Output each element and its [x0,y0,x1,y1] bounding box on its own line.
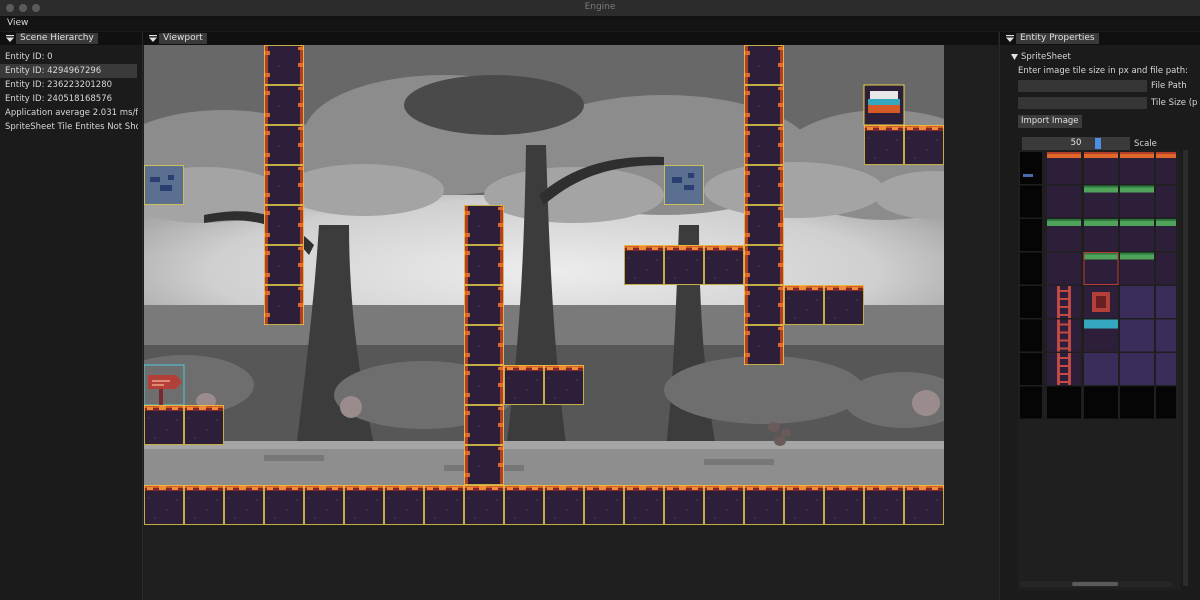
palette-tile[interactable] [1020,286,1042,318]
palette-tile[interactable] [1156,286,1176,318]
ground-floor-tiles[interactable] [144,485,944,525]
chest-prop[interactable] [863,84,905,126]
game-scene[interactable] [144,45,944,526]
file-path-label: File Path [1151,81,1187,91]
menu-view[interactable]: View [7,18,28,28]
palette-tile[interactable] [1156,319,1176,352]
tree-expand-icon[interactable] [1011,54,1018,61]
palette-tile[interactable] [1020,219,1042,251]
palette-tile[interactable] [1156,386,1176,419]
pillar-center[interactable] [464,205,504,485]
tile-size-label: Tile Size (p [1151,98,1198,108]
palette-tile[interactable] [1020,319,1042,352]
palette-tile[interactable] [1020,353,1042,385]
entity-properties-panel: Entity Properties SpriteSheet Enter imag… [999,32,1200,600]
scene-hierarchy-header: Scene Hierarchy [0,32,142,45]
palette-tile[interactable] [1120,353,1154,385]
entity-row[interactable]: Entity ID: 240518168576 [0,92,138,106]
palette-tile[interactable] [1020,152,1042,184]
viewport-panel: Viewport [143,32,998,600]
entity-row[interactable]: Entity ID: 236223201280 [0,78,138,92]
palette-tile[interactable] [1084,386,1118,419]
frame-time-readout: Application average 2.031 ms/fram [5,108,138,118]
tile-palette-vscrollbar[interactable] [1183,150,1188,586]
palette-tile[interactable] [1120,319,1154,352]
menu-bar: View [0,17,1200,31]
palette-tile[interactable] [1156,185,1176,218]
palette-tile[interactable] [1047,386,1081,419]
palette-tile[interactable] [1084,353,1118,385]
palette-tile[interactable] [1047,252,1081,285]
collapse-arrow-icon[interactable] [149,35,157,42]
entity-list: Entity ID: 0 Entity ID: 4294967296 Entit… [0,50,142,134]
palette-tile[interactable] [1020,252,1042,285]
palette-tile[interactable] [1120,386,1154,419]
import-image-button[interactable]: Import Image [1018,115,1082,128]
file-path-input[interactable] [1018,80,1147,92]
spritesheet-notice: SpriteSheet Tile Entites Not Shown [5,122,138,132]
ledge-top-right[interactable] [864,125,944,165]
pillar-right[interactable] [744,45,784,365]
ledge-left[interactable] [144,405,224,445]
palette-tile[interactable] [1020,185,1042,218]
palette-tile[interactable] [1047,185,1081,218]
tile-palette[interactable] [1020,152,1176,419]
tile-size-input[interactable] [1018,97,1147,109]
palette-tile[interactable] [1156,252,1176,285]
tab-scene-hierarchy[interactable]: Scene Hierarchy [16,33,98,44]
scale-slider-grab[interactable] [1095,138,1101,149]
ledge-center[interactable] [504,365,584,405]
scene-hierarchy-panel: Scene Hierarchy Entity ID: 0 Entity ID: … [0,32,143,600]
collapse-arrow-icon[interactable] [1006,35,1014,42]
ledge-upper[interactable] [624,245,744,285]
window-title: Engine [584,2,616,12]
palette-tile[interactable] [1156,353,1176,385]
tile-size-instruction: Enter image tile size in px and file pat… [1018,66,1188,76]
entity-row[interactable]: Entity ID: 0 [0,50,138,64]
viewport-header: Viewport [143,32,998,45]
tile-palette-hscrollbar[interactable] [1020,581,1172,587]
entity-properties-header: Entity Properties [1000,32,1200,45]
pillar-left[interactable] [264,45,304,325]
scale-slider[interactable]: 50 [1022,137,1130,150]
entity-row-selected[interactable]: Entity ID: 4294967296 [0,64,137,78]
title-bar: Engine [0,0,1200,17]
tab-entity-properties[interactable]: Entity Properties [1016,33,1099,44]
ledge-right[interactable] [784,285,864,325]
palette-tile[interactable] [1120,286,1154,318]
palette-tile[interactable] [1020,386,1042,419]
tile-palette-hscroll-thumb[interactable] [1072,582,1118,586]
spritesheet-section-title[interactable]: SpriteSheet [1021,52,1071,62]
scale-label: Scale [1134,139,1157,149]
scale-value: 50 [1070,138,1082,148]
collapse-arrow-icon[interactable] [6,35,14,42]
tab-viewport[interactable]: Viewport [159,33,207,44]
